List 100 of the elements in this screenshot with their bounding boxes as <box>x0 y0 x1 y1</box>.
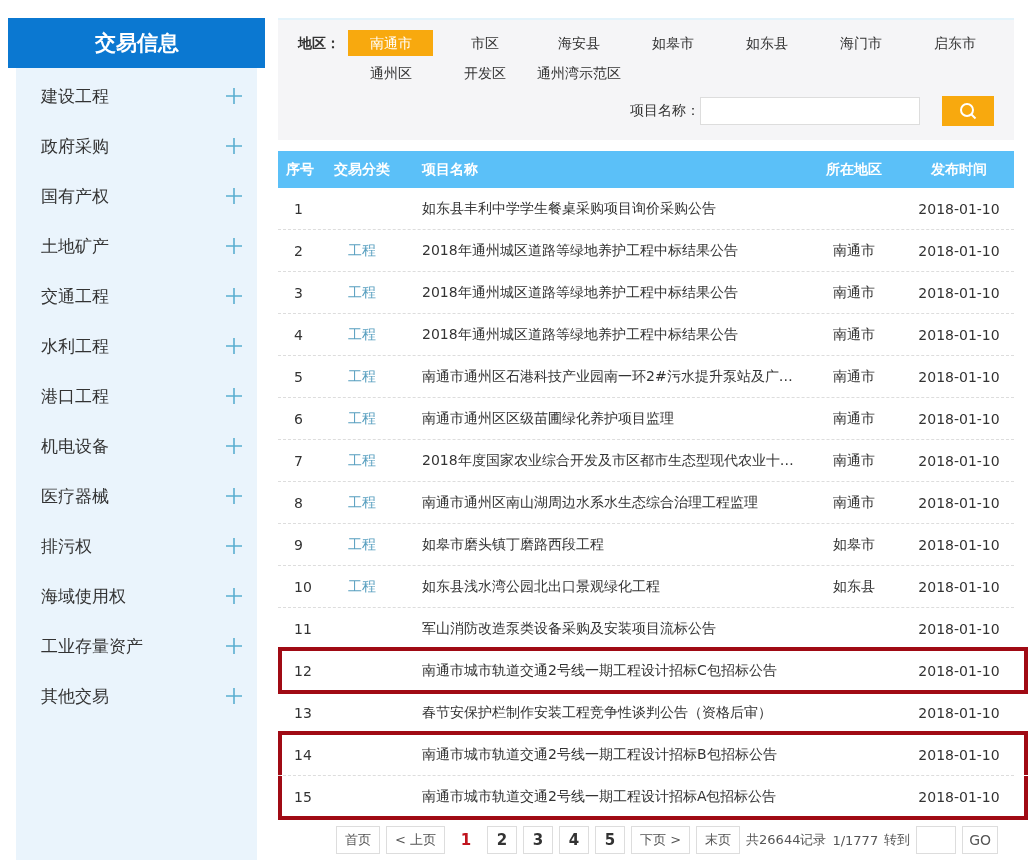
date-cell-text: 2018-01-10 <box>917 200 1001 217</box>
region-option[interactable]: 市区 <box>442 30 527 56</box>
region-label: 地区： <box>298 34 341 53</box>
sidebar-item[interactable]: 建设工程 <box>41 84 109 108</box>
search-button[interactable] <box>942 96 994 126</box>
page-button[interactable]: 1 <box>451 826 482 854</box>
search-field[interactable] <box>700 97 920 125</box>
sidebar-item[interactable]: 港口工程 <box>41 384 109 408</box>
sidebar-item[interactable]: 交通工程 <box>41 284 109 308</box>
row-number: 2 <box>293 242 304 259</box>
plus-icon[interactable] <box>225 687 243 705</box>
sidebar-item[interactable]: 土地矿产 <box>41 234 109 258</box>
column-header: 发布时间 <box>930 160 988 179</box>
region-cell-text: 南通市 <box>832 493 876 512</box>
last-page-button[interactable]: 末页 <box>696 826 741 854</box>
plus-icon[interactable] <box>225 87 243 105</box>
date-cell-text: 2018-01-10 <box>917 578 1001 595</box>
project-title-link[interactable]: 2018年通州城区道路等绿地养护工程中标结果公告 <box>418 283 804 302</box>
column-header: 序号 <box>285 160 315 179</box>
plus-icon[interactable] <box>225 437 243 455</box>
region-option[interactable]: 开发区 <box>442 60 527 86</box>
region-cell-text: 南通市 <box>832 325 876 344</box>
sidebar-item[interactable]: 机电设备 <box>41 434 109 458</box>
project-title-link[interactable]: 南通市通州区石港科技产业园南一环2#污水提升泵站及广… <box>418 367 804 386</box>
date-cell-text: 2018-01-10 <box>917 242 1001 259</box>
region-option[interactable]: 海安县 <box>536 30 621 56</box>
date-cell-text: 2018-01-10 <box>917 284 1001 301</box>
date-cell-text: 2018-01-10 <box>917 788 1001 805</box>
sidebar-item[interactable]: 其他交易 <box>41 684 109 708</box>
project-title-link[interactable]: 南通市通州区南山湖周边水系水生态综合治理工程监理 <box>418 493 804 512</box>
date-cell-text: 2018-01-10 <box>917 326 1001 343</box>
row-number: 6 <box>293 410 304 427</box>
region-option[interactable]: 通州湾示范区 <box>536 60 621 86</box>
region-option[interactable]: 如皋市 <box>630 30 715 56</box>
project-title-link[interactable]: 2018年通州城区道路等绿地养护工程中标结果公告 <box>418 241 804 260</box>
row-number: 15 <box>293 788 313 805</box>
row-number: 11 <box>293 620 313 637</box>
page-number-field[interactable] <box>916 826 957 854</box>
page-button[interactable]: 5 <box>595 826 626 854</box>
project-title-link[interactable]: 2018年通州城区道路等绿地养护工程中标结果公告 <box>418 325 804 344</box>
page-button[interactable]: 2 <box>487 826 518 854</box>
row-number: 10 <box>293 578 313 595</box>
region-option[interactable]: 通州区 <box>348 60 433 86</box>
sidebar-item[interactable]: 排污权 <box>41 534 92 558</box>
project-title-link[interactable]: 军山消防改造泵类设备采购及安装项目流标公告 <box>418 619 804 638</box>
project-title-link[interactable]: 如东县浅水湾公园北出口景观绿化工程 <box>418 577 804 596</box>
row-number: 8 <box>293 494 304 511</box>
project-title-link[interactable]: 南通市通州区区级苗圃绿化养护项目监理 <box>418 409 804 428</box>
row-number: 13 <box>293 704 313 721</box>
sidebar-item[interactable]: 医疗器械 <box>41 484 109 508</box>
sidebar-item[interactable]: 水利工程 <box>41 334 109 358</box>
region-cell-text: 南通市 <box>832 409 876 428</box>
region-cell-text: 如东县 <box>832 577 876 596</box>
project-title-link[interactable]: 如东县丰利中学学生餐桌采购项目询价采购公告 <box>418 199 804 218</box>
region-cell-text: 南通市 <box>832 451 876 470</box>
row-number: 1 <box>293 200 304 217</box>
date-cell-text: 2018-01-10 <box>917 746 1001 763</box>
region-cell-text: 南通市 <box>832 367 876 386</box>
region-cell-text: 如皋市 <box>832 535 876 554</box>
region-cell-text: 南通市 <box>832 241 876 260</box>
project-title-link[interactable]: 春节安保护栏制作安装工程竞争性谈判公告（资格后审） <box>418 703 804 722</box>
region-cell-text: 南通市 <box>832 283 876 302</box>
sidebar-item[interactable]: 政府采购 <box>41 134 109 158</box>
plus-icon[interactable] <box>225 337 243 355</box>
sidebar-item[interactable]: 国有产权 <box>41 184 109 208</box>
column-header: 项目名称 <box>420 160 479 179</box>
row-number: 14 <box>293 746 313 763</box>
region-option[interactable]: 海门市 <box>818 30 903 56</box>
date-cell-text: 2018-01-10 <box>917 410 1001 427</box>
record-count: 共26644记录 <box>746 831 827 849</box>
search-icon <box>959 102 977 120</box>
row-number: 3 <box>293 284 304 301</box>
plus-icon[interactable] <box>225 287 243 305</box>
project-title-link[interactable]: 南通市城市轨道交通2号线一期工程设计招标B包招标公告 <box>418 745 804 764</box>
page-button[interactable]: 4 <box>559 826 590 854</box>
date-cell-text: 2018-01-10 <box>917 494 1001 511</box>
plus-icon[interactable] <box>225 137 243 155</box>
plus-icon[interactable] <box>225 487 243 505</box>
page-button[interactable]: 3 <box>523 826 554 854</box>
project-title-link[interactable]: 南通市城市轨道交通2号线一期工程设计招标A包招标公告 <box>418 787 804 806</box>
page-info: 1/1777 <box>832 832 879 848</box>
sidebar-item[interactable]: 工业存量资产 <box>41 634 143 658</box>
first-page-button[interactable]: 首页 <box>336 826 380 854</box>
plus-icon[interactable] <box>225 237 243 255</box>
region-option[interactable]: 启东市 <box>912 30 997 56</box>
plus-icon[interactable] <box>225 637 243 655</box>
sidebar-item[interactable]: 海域使用权 <box>41 584 126 608</box>
project-title-link[interactable]: 南通市城市轨道交通2号线一期工程设计招标C包招标公告 <box>418 661 804 680</box>
next-page-button[interactable]: 下页 > <box>631 826 691 854</box>
plus-icon[interactable] <box>225 537 243 555</box>
date-cell-text: 2018-01-10 <box>917 704 1001 721</box>
date-cell-text: 2018-01-10 <box>917 452 1001 469</box>
region-option[interactable]: 如东县 <box>724 30 809 56</box>
plus-icon[interactable] <box>225 587 243 605</box>
plus-icon[interactable] <box>225 387 243 405</box>
project-title-link[interactable]: 2018年度国家农业综合开发及市区都市生态型现代农业十… <box>418 451 804 470</box>
plus-icon[interactable] <box>225 187 243 205</box>
project-title-link[interactable]: 如皋市磨头镇丁磨路西段工程 <box>418 535 804 554</box>
go-button[interactable]: GO <box>962 826 999 854</box>
previous-page-button[interactable]: < 上页 <box>386 826 446 854</box>
